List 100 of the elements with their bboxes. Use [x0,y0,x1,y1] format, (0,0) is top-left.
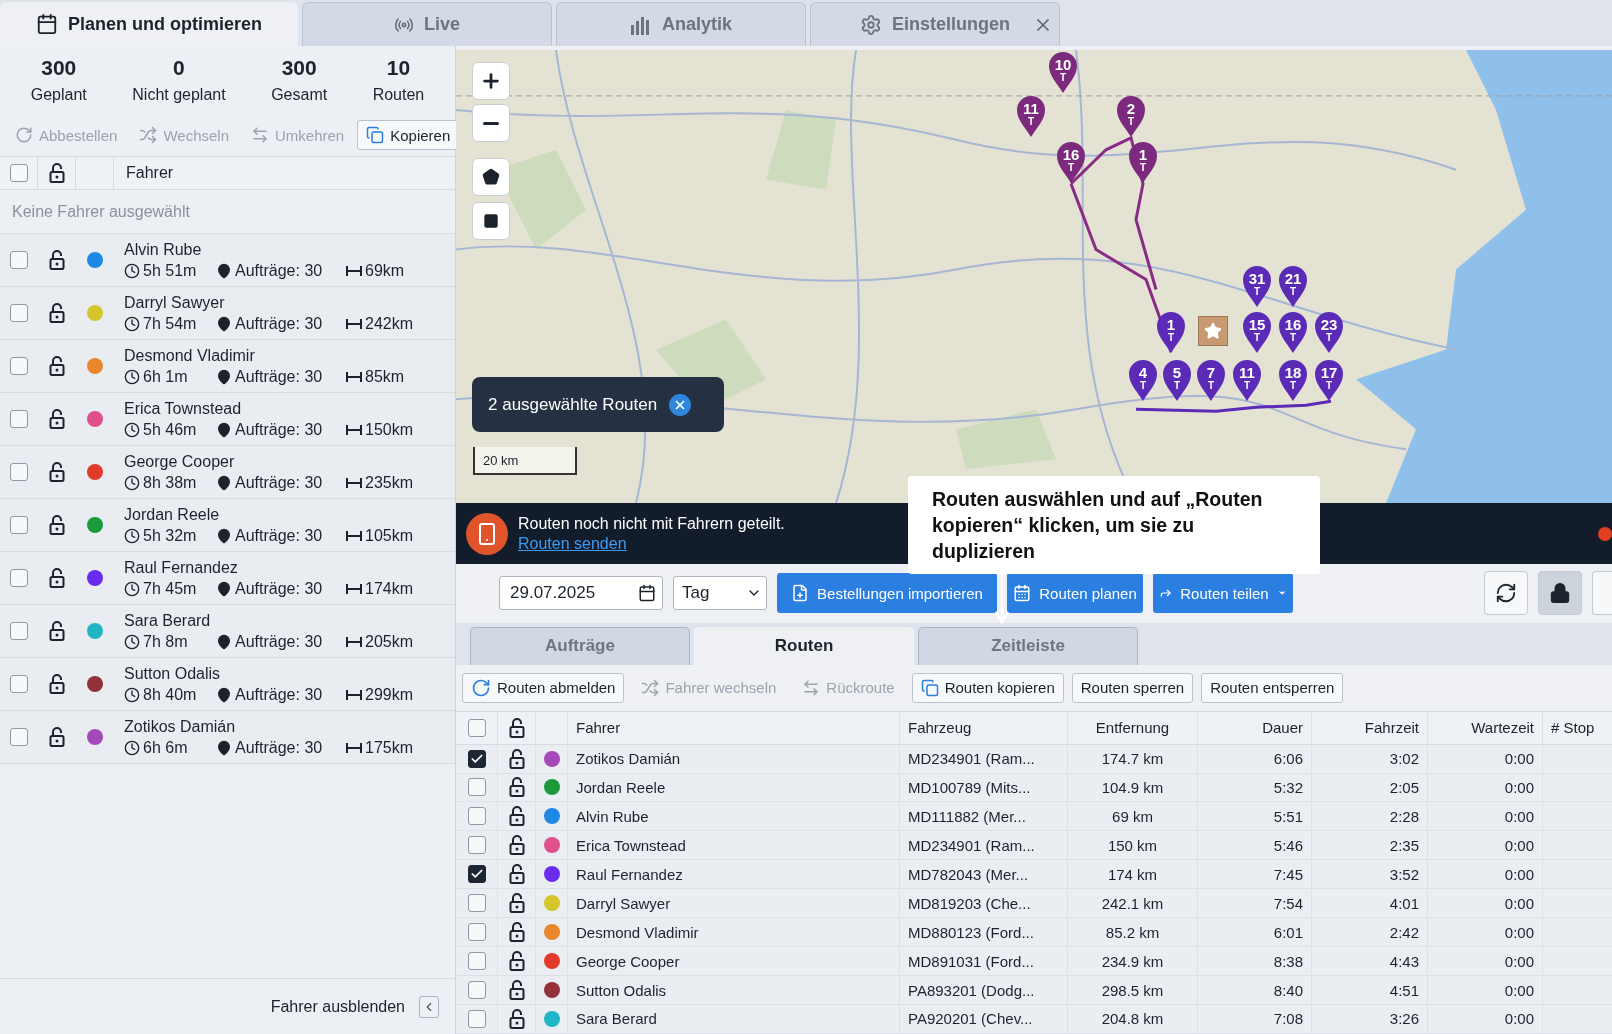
map-pin[interactable]: 15 T [1242,312,1272,354]
period-select[interactable]: Tag [673,576,767,611]
lock-button[interactable] [1538,571,1582,616]
table-cell: 2:05 [1389,778,1419,796]
checkbox[interactable] [467,807,486,826]
collapse-button[interactable] [419,995,439,1018]
unlocked-lock-icon[interactable] [49,674,65,694]
checkbox[interactable] [10,304,28,322]
date-field[interactable]: 29.07.2025 [499,576,663,611]
checkbox[interactable] [9,164,28,182]
table-cell: 2:35 [1389,836,1419,854]
map-pin[interactable]: 16 T [1278,312,1308,354]
action-button[interactable]: Routen entsperren [1201,672,1344,703]
unlocked-lock-icon[interactable] [49,303,65,323]
unlocked-lock-icon[interactable] [49,356,65,376]
table-cell: 5:51 [1273,807,1303,825]
unlocked-lock-icon[interactable] [508,922,525,943]
map-pin[interactable]: 11 T [1232,360,1262,402]
checkbox[interactable] [467,865,486,884]
checkbox[interactable] [10,516,28,534]
unlocked-lock-icon[interactable] [49,409,65,429]
map-pin[interactable]: 31 T [1242,266,1272,308]
distance-icon [346,476,362,489]
toolbar-button[interactable]: Routen planen [1007,573,1143,614]
unlocked-lock-icon[interactable] [508,1008,525,1029]
clock-icon [124,474,140,491]
checkbox[interactable] [10,675,28,693]
unlocked-lock-icon[interactable] [49,462,65,482]
unlocked-lock-icon[interactable] [48,163,65,183]
unlocked-lock-icon[interactable] [508,864,525,885]
map-pin[interactable]: 16 T [1056,142,1086,184]
checkbox[interactable] [467,894,486,913]
map-pin[interactable]: 11 T [1016,96,1046,138]
unlocked-lock-icon[interactable] [49,568,65,588]
checkbox[interactable] [10,410,28,428]
unlocked-lock-icon[interactable] [49,727,65,747]
unlocked-lock-icon[interactable] [508,835,525,856]
unlocked-lock-icon[interactable] [508,748,525,769]
distance-icon [346,317,362,330]
checkbox[interactable] [467,778,486,797]
duration: 6h 1m [143,367,188,386]
checkbox[interactable] [10,569,28,587]
column-header: # Stop [1551,719,1595,737]
checkbox[interactable] [10,463,28,481]
toolbar-button[interactable]: Routen teilen [1153,573,1293,614]
checkbox[interactable] [10,357,28,375]
map-pin[interactable]: 23 T [1314,312,1344,354]
depot-marker[interactable] [1198,316,1228,346]
table-cell: 6:06 [1273,750,1303,768]
unlocked-lock-icon[interactable] [49,621,65,641]
distance: 69km [365,261,405,280]
distance-icon [346,264,362,277]
action-button[interactable]: Routen kopieren [911,672,1064,703]
rectangle-tool-button[interactable] [472,202,510,240]
unlocked-lock-icon[interactable] [508,980,525,1001]
action-button[interactable]: Routen abmelden [462,672,625,703]
checkbox[interactable] [10,728,28,746]
distance-icon [346,635,362,648]
map-pin[interactable]: 17 T [1314,360,1344,402]
map-pin[interactable]: 4 T [1128,360,1158,402]
distance: 105km [365,526,414,545]
table-cell: 234.9 km [1101,952,1164,970]
checkbox[interactable] [10,251,28,269]
map-pin[interactable]: 7 T [1196,360,1226,402]
checkbox[interactable] [467,718,486,737]
checkbox[interactable] [467,952,486,971]
checkbox[interactable] [467,749,486,768]
checkbox[interactable] [10,622,28,640]
map-pin[interactable]: 18 T [1278,360,1308,402]
action-button[interactable]: Routen sperren [1071,672,1194,703]
view-tab[interactable]: Routen [694,626,914,665]
checkbox[interactable] [467,836,486,855]
swap-icon [802,678,821,697]
clock-icon [124,421,140,438]
unlocked-lock-icon[interactable] [49,250,65,270]
refresh-button[interactable] [1484,571,1528,616]
unlocked-lock-icon[interactable] [508,806,525,827]
unlocked-lock-icon[interactable] [49,515,65,535]
order-count: Aufträge: 30 [235,685,323,704]
map-pin[interactable]: 1 T [1128,142,1158,184]
unlocked-lock-icon[interactable] [508,717,525,738]
map-pin[interactable]: 21 T [1278,266,1308,308]
app-tab[interactable]: Planen und optimieren [0,2,298,46]
map-pin[interactable]: 2 T [1116,96,1146,138]
map-pin[interactable]: 5 T [1162,360,1192,402]
send-routes-link[interactable]: Routen senden [518,534,785,553]
table-cell: MD234901 (Ram... [908,836,1035,854]
checkbox[interactable] [467,923,486,942]
unlocked-lock-icon[interactable] [508,893,525,914]
checkbox[interactable] [467,981,486,1000]
map-pin[interactable]: 1 T [1156,312,1186,354]
unlocked-lock-icon[interactable] [508,951,525,972]
close-button[interactable] [669,393,692,416]
checkbox[interactable] [467,1009,486,1028]
polygon-tool-button[interactable] [472,158,510,196]
toolbar-button[interactable]: Bestellungen importieren [777,573,997,614]
unlocked-lock-icon[interactable] [508,777,525,798]
zoom-out-button[interactable] [472,104,510,142]
map-pin[interactable]: 10 T [1048,52,1078,94]
zoom-in-button[interactable] [472,62,510,100]
